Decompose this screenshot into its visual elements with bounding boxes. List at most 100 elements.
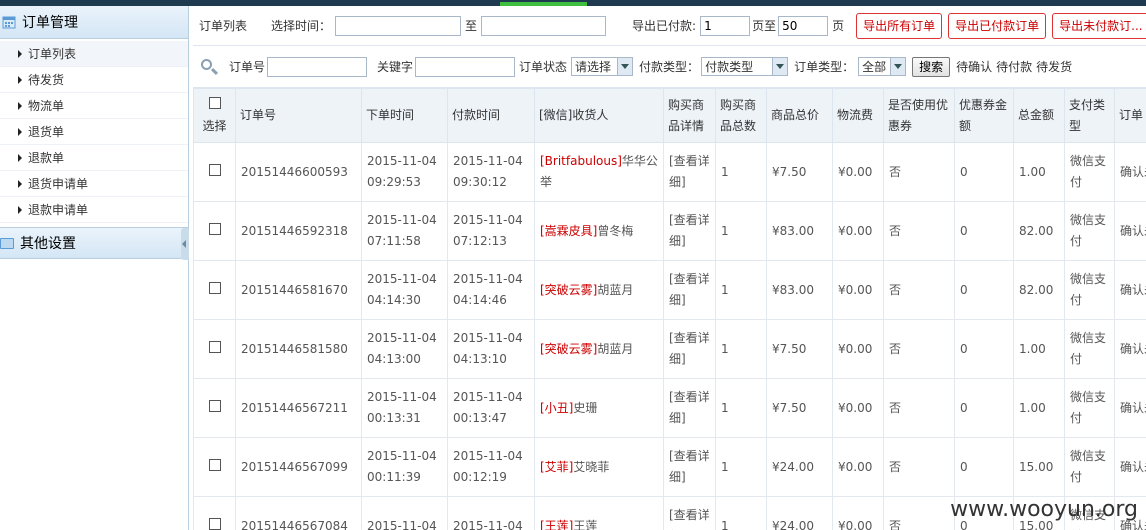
- row-checkbox[interactable]: [208, 458, 221, 471]
- receiver-cell: [突破云雾]胡蓝月: [534, 319, 664, 379]
- watermark: www.wooyun.org: [950, 497, 1138, 522]
- sidebar-item-label: 待发货: [28, 73, 65, 87]
- header-cell: 购买商品详情: [663, 88, 716, 143]
- wechat-nickname: [嵩霖皮具]: [540, 223, 598, 238]
- page-to-input[interactable]: [778, 15, 829, 36]
- total-cell: 15.00: [1013, 437, 1065, 497]
- sidebar: 订单管理 订单列表 待发货 物流单 退货单 退款单 退货申请单 退款申请单 其他…: [0, 6, 189, 530]
- order-no-cell: 20151446581580: [235, 319, 362, 379]
- view-detail-link[interactable]: [查看详细]: [663, 142, 716, 202]
- row-checkbox[interactable]: [208, 222, 221, 235]
- main-content: 订单列表 选择时间： 至 导出已付款: 页至 页 导出所有订单 导出已付款订单 …: [193, 6, 1146, 530]
- folder-icon: [0, 237, 14, 249]
- quick-link-pending-confirm[interactable]: 待确认: [956, 58, 992, 75]
- view-detail-link[interactable]: [查看详细]: [663, 260, 716, 320]
- receiver-cell: [Britfabulous]华华公举: [534, 142, 664, 202]
- row-checkbox[interactable]: [208, 399, 221, 412]
- sidebar-item-order-list[interactable]: 订单列表: [0, 41, 188, 67]
- select-all-checkbox[interactable]: [208, 96, 221, 109]
- header-cell: 总金额: [1013, 88, 1065, 143]
- shipping-cell: ¥0.00: [832, 260, 884, 320]
- qty-cell: 1: [715, 437, 767, 497]
- view-detail-link[interactable]: [查看详细]: [663, 496, 716, 530]
- triangle-right-icon: [18, 153, 22, 162]
- triangle-right-icon: [18, 205, 22, 214]
- order-status-cell: 确认未发: [1114, 437, 1146, 497]
- row-checkbox[interactable]: [208, 517, 221, 530]
- chevron-down-icon: [890, 58, 906, 75]
- pay-time-cell: 2015-11-04 07:12:13: [447, 201, 535, 261]
- row-checkbox[interactable]: [208, 163, 221, 176]
- total-cell: 82.00: [1013, 260, 1065, 320]
- qty-cell: 1: [715, 319, 767, 379]
- total-cell: 1.00: [1013, 142, 1065, 202]
- order-no-cell: 20151446567084: [235, 496, 362, 530]
- coupon-used-cell: 否: [883, 378, 955, 438]
- view-detail-link[interactable]: [查看详细]: [663, 378, 716, 438]
- header-cell: [微信]收货人: [534, 88, 664, 143]
- header-cell: 支付类型: [1064, 88, 1115, 143]
- page-from-input[interactable]: [700, 15, 751, 36]
- header-select: 选择: [193, 88, 236, 143]
- coupon-amount-cell: 0: [954, 378, 1014, 438]
- wechat-nickname: [小丑]: [540, 400, 574, 415]
- sidebar-group-order-management[interactable]: 订单管理: [0, 6, 188, 39]
- keyword-input[interactable]: [415, 56, 516, 77]
- export-all-button[interactable]: 导出所有订单: [856, 12, 943, 39]
- view-detail-link[interactable]: [查看详细]: [663, 437, 716, 497]
- view-detail-link[interactable]: [查看详细]: [663, 319, 716, 379]
- order-status-cell: 确认未发: [1114, 378, 1146, 438]
- header-cell: 订单号: [235, 88, 362, 143]
- sidebar-collapse-handle[interactable]: [181, 228, 189, 260]
- order-no-input[interactable]: [267, 56, 368, 77]
- table-row: 20151446600593 2015-11-04 09:29:53 2015-11-…: [193, 142, 1146, 202]
- sidebar-item-label: 退货单: [28, 125, 65, 139]
- quick-link-pending-payment[interactable]: 待付款: [996, 58, 1032, 75]
- end-time-input[interactable]: [481, 15, 607, 36]
- price-cell: ¥83.00: [766, 201, 833, 261]
- quick-link-pending-shipment[interactable]: 待发货: [1036, 58, 1072, 75]
- chevron-down-icon: [772, 58, 788, 75]
- sidebar-item-label: 物流单: [28, 99, 65, 113]
- coupon-used-cell: 否: [883, 496, 955, 530]
- pay-type-cell: 微信支付: [1064, 319, 1115, 379]
- pay-type-value: 付款类型: [705, 60, 754, 74]
- qty-cell: 1: [715, 142, 767, 202]
- receiver-name: 胡蓝月: [597, 282, 634, 297]
- coupon-used-cell: 否: [883, 142, 955, 202]
- export-toolbar: 订单列表 选择时间： 至 导出已付款: 页至 页 导出所有订单 导出已付款订单 …: [193, 6, 1146, 46]
- row-checkbox[interactable]: [208, 281, 221, 294]
- order-status-select[interactable]: 请选择: [571, 57, 634, 76]
- sidebar-item-label: 订单列表: [28, 47, 77, 61]
- sidebar-item-returns[interactable]: 退货单: [0, 119, 188, 145]
- start-time-input[interactable]: [335, 15, 462, 36]
- export-unpaid-button[interactable]: 导出未付款订...: [1052, 12, 1146, 39]
- row-select-cell: [193, 319, 236, 379]
- sidebar-item-refund-requests[interactable]: 退款申请单: [0, 197, 188, 223]
- coupon-amount-cell: 0: [954, 260, 1014, 320]
- triangle-right-icon: [18, 127, 22, 136]
- receiver-cell: [王莲]王莲: [534, 496, 664, 530]
- header-cell: 订单: [1114, 88, 1146, 143]
- price-cell: ¥83.00: [766, 260, 833, 320]
- pay-type-select[interactable]: 付款类型: [701, 57, 789, 76]
- pay-type-cell: 微信支付: [1064, 378, 1115, 438]
- sidebar-group-other-settings[interactable]: 其他设置: [0, 227, 188, 259]
- row-checkbox[interactable]: [208, 340, 221, 353]
- sidebar-item-return-requests[interactable]: 退货申请单: [0, 171, 188, 197]
- sidebar-item-pending-shipment[interactable]: 待发货: [0, 67, 188, 93]
- search-button[interactable]: 搜索: [912, 56, 951, 77]
- sidebar-item-refunds[interactable]: 退款单: [0, 145, 188, 171]
- view-detail-link[interactable]: [查看详细]: [663, 201, 716, 261]
- order-type-select[interactable]: 全部: [858, 57, 907, 76]
- order-time-cell: 2015-11-04 04:14:30: [361, 260, 448, 320]
- shipping-cell: ¥0.00: [832, 201, 884, 261]
- sidebar-item-label: 退货申请单: [28, 177, 89, 191]
- table-row: 20151446567211 2015-11-04 00:13:31 2015-11-…: [193, 378, 1146, 438]
- to-label: 至: [465, 19, 478, 33]
- sidebar-item-logistics[interactable]: 物流单: [0, 93, 188, 119]
- receiver-cell: [艾菲]艾晓菲: [534, 437, 664, 497]
- export-paid-button[interactable]: 导出已付款订单: [948, 12, 1047, 39]
- order-no-cell: 20151446600593: [235, 142, 362, 202]
- list-title: 订单列表: [199, 19, 248, 33]
